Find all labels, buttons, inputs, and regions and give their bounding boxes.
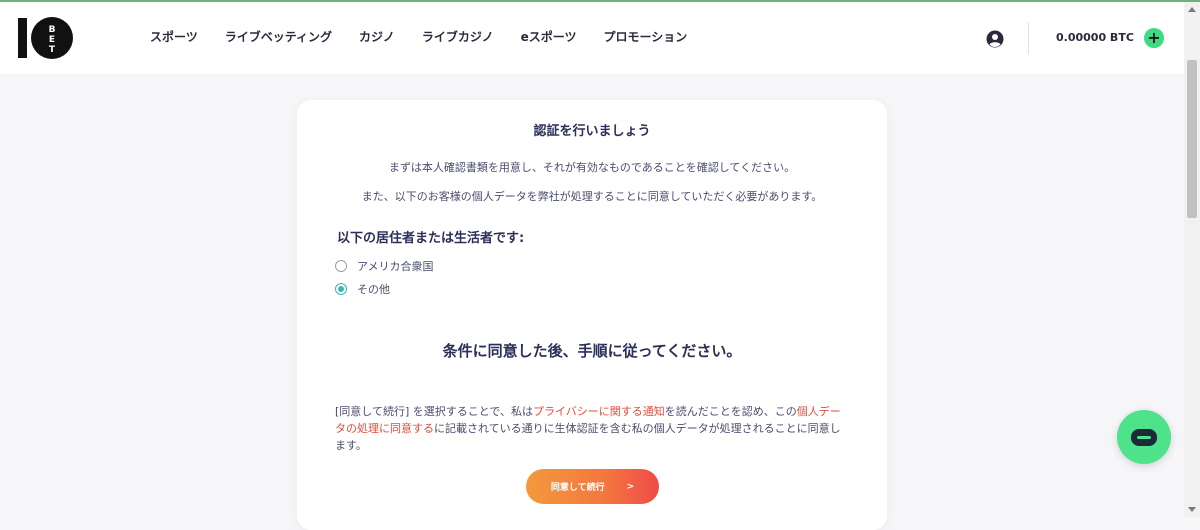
radio-other[interactable] (335, 283, 347, 295)
radio-usa[interactable] (335, 260, 347, 272)
privacy-notice-link[interactable]: プライバシーに関する通知 (533, 405, 665, 418)
scrollbar[interactable] (1184, 2, 1200, 517)
verification-card: 認証を行いましょう まずは本人確認書類を用意し、それが有効なものであることを確認… (297, 100, 887, 530)
chat-support-button[interactable] (1117, 410, 1171, 464)
agree-continue-label: 同意して続行 (550, 483, 605, 493)
agree-continue-button[interactable]: 同意して続行 > (526, 469, 659, 504)
nav-promotions[interactable]: プロモーション (603, 28, 687, 45)
header-divider (1028, 22, 1029, 54)
svg-text:B: B (49, 25, 56, 35)
radio-option-other[interactable]: その他 (335, 281, 390, 297)
balance-display: 0.00000 BTC (1056, 31, 1134, 44)
chat-bubble-icon (1131, 429, 1157, 446)
scrollbar-thumb[interactable] (1187, 60, 1197, 218)
consent-text: [同意して続行] を選択することで、私はプライバシーに関する通知を読んだことを認… (335, 403, 849, 454)
main-nav: スポーツ ライブベッティング カジノ ライブカジノ eスポーツ プロモーション (150, 28, 714, 45)
nav-live-casino[interactable]: ライブカジノ (422, 28, 494, 45)
scroll-up-icon[interactable] (1188, 7, 1196, 12)
consent-intro-text: また、以下のお客様の個人データを弊社が処理することに同意していただく必要がありま… (361, 190, 823, 203)
radio-other-label: その他 (357, 283, 390, 296)
nav-esports[interactable]: eスポーツ (521, 28, 577, 45)
instructions-heading: 条件に同意した後、手順に従ってください。 (442, 342, 742, 360)
svg-text:T: T (49, 45, 56, 55)
consent-text-part1: [同意して続行] を選択することで、私は (335, 405, 533, 418)
verification-title: 認証を行いましょう (533, 124, 651, 139)
user-circle-icon[interactable] (986, 30, 1004, 48)
scroll-down-icon[interactable] (1188, 507, 1196, 512)
nav-live-betting[interactable]: ライブベッティング (225, 28, 332, 45)
site-header: B E T スポーツ ライブベッティング カジノ ライブカジノ eスポーツ プロ… (0, 2, 1184, 74)
logo[interactable]: B E T (16, 15, 74, 61)
radio-option-usa[interactable]: アメリカ合衆国 (335, 258, 433, 274)
radio-usa-label: アメリカ合衆国 (357, 260, 434, 273)
consent-text-part2: を読んだことを認め、この (664, 405, 797, 418)
nav-sports[interactable]: スポーツ (150, 28, 198, 45)
residency-label: 以下の居住者または生活者です: (337, 231, 525, 246)
nav-casino[interactable]: カジノ (359, 28, 395, 45)
chevron-right-icon: > (626, 481, 635, 492)
svg-text:E: E (49, 35, 55, 45)
intro-text: まずは本人確認書類を用意し、それが有効なものであることを確認してください。 (388, 161, 796, 174)
deposit-plus-button[interactable]: + (1144, 28, 1164, 48)
